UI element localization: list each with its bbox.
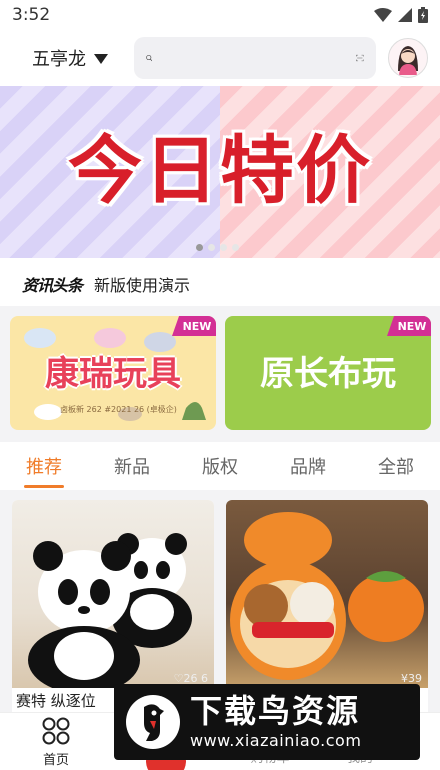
product-image[interactable]: ¥39 (226, 500, 428, 688)
promo-title: 康瑞玩具 (45, 354, 181, 394)
promo-card-yuanchang[interactable]: 原长布玩 NEW (225, 316, 431, 430)
banner-title: 今日特价 (68, 128, 372, 214)
new-badge: NEW (387, 316, 431, 336)
banner-dot[interactable] (232, 244, 239, 251)
bird-logo-icon (126, 695, 180, 749)
status-icons (374, 7, 428, 23)
home-grid-icon (42, 717, 70, 745)
scan-icon[interactable] (356, 46, 364, 70)
battery-icon (418, 7, 428, 23)
signal-icon (398, 8, 412, 22)
banner-dot[interactable] (196, 244, 203, 251)
promo-card-kangrui[interactable]: 康瑞玩具 卤板新 262 #2021 26 (卓极企) NEW (10, 316, 216, 430)
promo-banner[interactable]: 今日特价 (0, 86, 440, 258)
news-headline[interactable]: 新版使用演示 (94, 272, 190, 296)
wifi-icon (374, 8, 392, 22)
search-input[interactable] (162, 37, 357, 79)
promo-caption: 卤板新 262 #2021 26 (卓极企) (60, 405, 177, 414)
tab-licensed[interactable]: 版权 (176, 442, 264, 490)
product-image[interactable]: ♡26 6 (12, 500, 214, 694)
status-bar: 3:52 (0, 0, 440, 30)
product-name: 赛特 纵逐位 (16, 692, 96, 710)
search-box[interactable] (134, 37, 376, 79)
news-ticker[interactable]: 资讯头条 新版使用演示 (0, 262, 440, 306)
watermark-title: 下载鸟资源 (190, 692, 361, 730)
banner-dot[interactable] (208, 244, 215, 251)
panda-plush-image (28, 533, 192, 694)
dropdown-arrow-icon (94, 54, 108, 64)
capybara-plush-image (230, 512, 424, 680)
watermark-texts: 下载鸟资源 www.xiazainiao.com (190, 692, 361, 752)
nav-home-label: 首页 (42, 753, 69, 768)
watermark-url: www.xiazainiao.com (190, 731, 362, 750)
status-time: 3:52 (12, 5, 51, 25)
search-icon (146, 55, 153, 62)
news-logo: 资讯头条 (22, 276, 83, 295)
location-label: 五亭龙 (32, 49, 86, 70)
tab-all[interactable]: 全部 (352, 442, 440, 490)
tab-recommended[interactable]: 推荐 (0, 442, 88, 490)
avatar[interactable] (388, 38, 428, 78)
user-avatar-icon (398, 46, 418, 75)
banner-dot[interactable] (220, 244, 227, 251)
site-watermark: 下载鸟资源 www.xiazainiao.com (114, 684, 420, 760)
new-badge: NEW (172, 316, 216, 336)
category-tabs: 推荐 新品 版权 品牌 全部 (0, 442, 440, 490)
tab-brand[interactable]: 品牌 (264, 442, 352, 490)
promo-title: 原长布玩 (260, 354, 396, 394)
banner-pagination (196, 244, 239, 251)
nav-home[interactable]: 首页 (16, 717, 96, 768)
header: 五亭龙 (0, 34, 440, 82)
location-selector[interactable]: 五亭龙 (32, 34, 108, 82)
tab-new[interactable]: 新品 (88, 442, 176, 490)
